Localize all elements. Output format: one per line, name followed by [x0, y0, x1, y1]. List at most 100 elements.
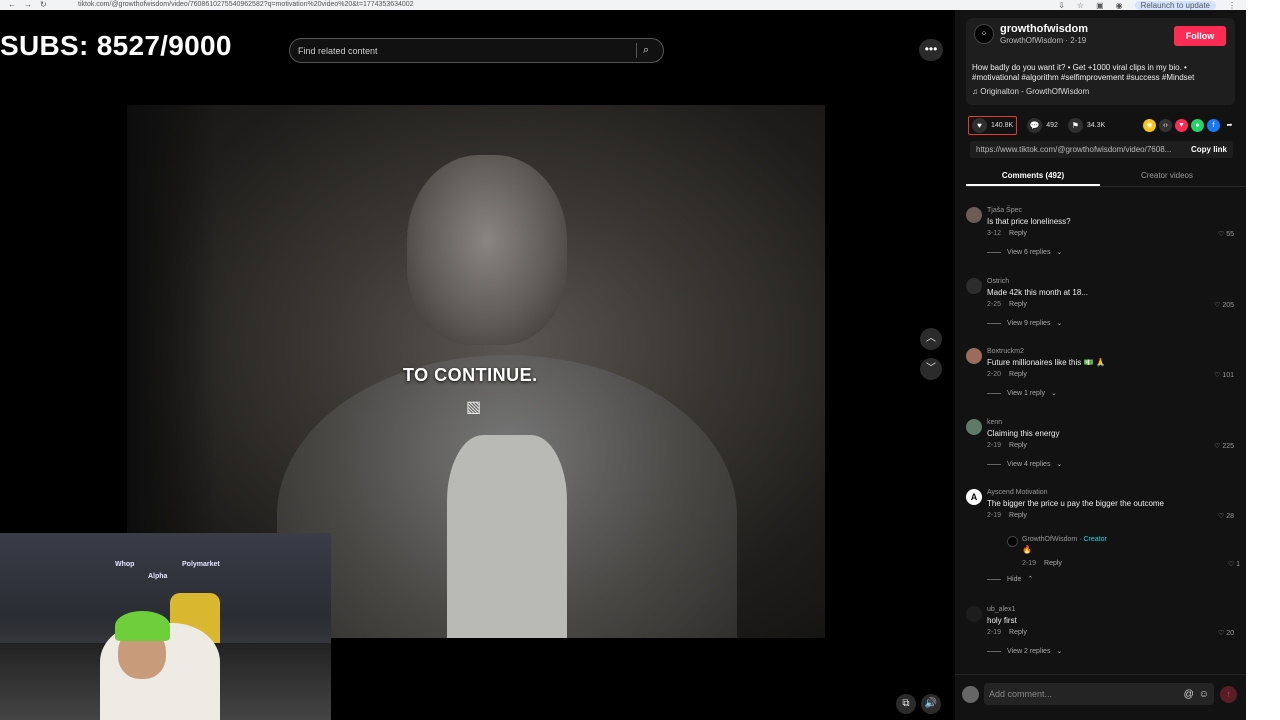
- relaunch-button[interactable]: Relaunch to update: [1134, 0, 1216, 10]
- share-whatsapp-icon[interactable]: ●: [1191, 118, 1204, 132]
- reply-button[interactable]: Reply: [1009, 301, 1027, 308]
- share-facebook-icon[interactable]: f: [1207, 118, 1220, 132]
- view-replies[interactable]: View 2 replies ⌄: [987, 647, 1062, 655]
- view-replies-label[interactable]: View 1 reply: [1007, 390, 1045, 397]
- comment-likes[interactable]: ♡ 101: [1214, 371, 1234, 379]
- more-options-icon[interactable]: •••: [919, 39, 943, 61]
- view-replies-label[interactable]: View 9 replies: [1007, 320, 1050, 327]
- reply-button[interactable]: Reply: [1009, 371, 1027, 378]
- heart-outline-icon[interactable]: ♡: [1218, 630, 1224, 637]
- share-friends-icon[interactable]: ▼: [1175, 118, 1188, 132]
- search-input[interactable]: [298, 45, 636, 56]
- comment-action[interactable]: 💬 492: [1027, 117, 1058, 133]
- forward-icon[interactable]: →: [24, 0, 32, 10]
- comment-username[interactable]: Ayscend Motivation: [987, 489, 1048, 496]
- view-replies[interactable]: View 6 replies ⌄: [987, 248, 1062, 256]
- next-video-icon[interactable]: ﹀: [920, 358, 942, 380]
- heart-outline-icon[interactable]: ♡: [1228, 561, 1234, 568]
- follow-button[interactable]: Follow: [1174, 26, 1226, 46]
- address-bar[interactable]: tiktok.com/@growthofwisdom/video/7608610…: [78, 0, 1058, 10]
- comment-username[interactable]: Boxtruckm2: [987, 348, 1024, 355]
- comment-meta: 2-25 Reply: [987, 301, 1027, 308]
- save-action[interactable]: ⚑ 34.3K: [1067, 117, 1105, 133]
- creator-badge: · Creator: [1079, 536, 1107, 543]
- back-icon[interactable]: ←: [8, 0, 16, 10]
- view-replies-label[interactable]: View 4 replies: [1007, 461, 1050, 468]
- reply-button[interactable]: Reply: [1009, 442, 1027, 449]
- share-more-icon[interactable]: ➦: [1223, 119, 1236, 132]
- reply-avatar[interactable]: [1007, 536, 1018, 547]
- reply-button[interactable]: Reply: [1044, 560, 1062, 567]
- comment-field[interactable]: @ ☺: [984, 683, 1214, 705]
- bookmark-star-icon[interactable]: ☆: [1077, 1, 1084, 10]
- extensions-icon[interactable]: ▣: [1096, 1, 1104, 10]
- view-replies[interactable]: View 9 replies ⌄: [987, 319, 1062, 327]
- heart-outline-icon[interactable]: ♡: [1218, 513, 1224, 520]
- reload-icon[interactable]: ↻: [40, 0, 47, 10]
- comment-meta: 2-20 Reply: [987, 371, 1027, 378]
- bookmark-icon[interactable]: ⚑: [1067, 117, 1083, 133]
- previous-video-icon[interactable]: ︿: [920, 328, 942, 350]
- reply-button[interactable]: Reply: [1009, 230, 1027, 237]
- profile-icon[interactable]: ◉: [1116, 1, 1123, 10]
- like-action[interactable]: ♥ 140.8K: [968, 115, 1018, 135]
- thread-line: [987, 578, 1001, 580]
- reply-likes[interactable]: ♡ 1: [1228, 560, 1240, 568]
- heart-outline-icon[interactable]: ♡: [1214, 372, 1220, 379]
- comment-likes[interactable]: ♡ 28: [1218, 512, 1234, 520]
- tab-comments[interactable]: Comments (492): [966, 167, 1100, 186]
- volume-icon[interactable]: 🔊: [921, 694, 941, 714]
- comment-icon[interactable]: 💬: [1027, 117, 1043, 133]
- thread-line: [987, 392, 1001, 394]
- mention-icon[interactable]: @: [1184, 689, 1194, 700]
- comment-avatar[interactable]: [966, 278, 982, 294]
- comment-username[interactable]: ub_alex1: [987, 606, 1015, 613]
- comment-avatar[interactable]: [966, 419, 982, 435]
- reply-username-text[interactable]: GrowthOfWisdom: [1022, 536, 1077, 543]
- comment-likes[interactable]: ♡ 20: [1218, 629, 1234, 637]
- comment-input-bar: @ ☺ ↑: [955, 674, 1246, 720]
- embed-icon[interactable]: ‹›: [1159, 118, 1172, 132]
- reply-button[interactable]: Reply: [1009, 512, 1027, 519]
- search-icon[interactable]: ⌕: [643, 44, 663, 57]
- heart-outline-icon[interactable]: ♡: [1214, 443, 1220, 450]
- copy-link-button[interactable]: Copy link: [1191, 145, 1227, 154]
- comment-likes[interactable]: ♡ 225: [1214, 442, 1234, 450]
- side-panel: ⁘ growthofwisdom GrowthOfWisdom · 2-19 F…: [955, 10, 1246, 720]
- search-bar[interactable]: ⌕: [289, 38, 664, 63]
- comment-username[interactable]: kenn: [987, 419, 1002, 426]
- comment-avatar[interactable]: [966, 207, 982, 223]
- comment-likes[interactable]: ♡ 55: [1218, 230, 1234, 238]
- menu-icon[interactable]: ⋮: [1228, 1, 1236, 10]
- reply-button[interactable]: Reply: [1009, 629, 1027, 636]
- author-avatar[interactable]: ⁘: [974, 24, 994, 44]
- tab-creator-videos[interactable]: Creator videos: [1100, 167, 1234, 186]
- emoji-icon[interactable]: ☺: [1199, 689, 1209, 700]
- heart-outline-icon[interactable]: ♡: [1214, 302, 1220, 309]
- comment-date: 2-20: [987, 371, 1002, 378]
- comment-username[interactable]: Ostrich: [987, 278, 1009, 285]
- comment-avatar[interactable]: A: [966, 489, 982, 505]
- user-avatar[interactable]: [962, 686, 979, 703]
- view-replies-label[interactable]: View 2 replies: [1007, 648, 1050, 655]
- hide-replies[interactable]: Hide ⌃: [987, 575, 1033, 583]
- miniplayer-icon[interactable]: ⧉: [896, 694, 916, 714]
- send-icon[interactable]: ↑: [1220, 686, 1237, 703]
- comment-input[interactable]: [989, 689, 1179, 699]
- thread-line: [987, 650, 1001, 652]
- reply-username[interactable]: GrowthOfWisdom · Creator: [1022, 536, 1107, 543]
- view-replies[interactable]: View 4 replies ⌄: [987, 460, 1062, 468]
- comment-likes[interactable]: ♡ 205: [1214, 301, 1234, 309]
- download-icon[interactable]: ⇩: [1058, 1, 1065, 10]
- hide-replies-label[interactable]: Hide: [1007, 576, 1021, 583]
- share-snapchat-icon[interactable]: ◉: [1143, 118, 1156, 132]
- view-replies[interactable]: View 1 reply ⌄: [987, 389, 1057, 397]
- comment-username[interactable]: Tjaša Špec: [987, 207, 1022, 214]
- comment-avatar[interactable]: [966, 606, 982, 622]
- heart-icon[interactable]: ♥: [972, 117, 987, 133]
- view-replies-label[interactable]: View 6 replies: [1007, 249, 1050, 256]
- music-link[interactable]: ♫ Originalton - GrowthOfWisdom: [972, 87, 1089, 96]
- heart-outline-icon[interactable]: ♡: [1218, 231, 1224, 238]
- comment-avatar[interactable]: [966, 348, 982, 364]
- author-name[interactable]: growthofwisdom: [1000, 23, 1088, 35]
